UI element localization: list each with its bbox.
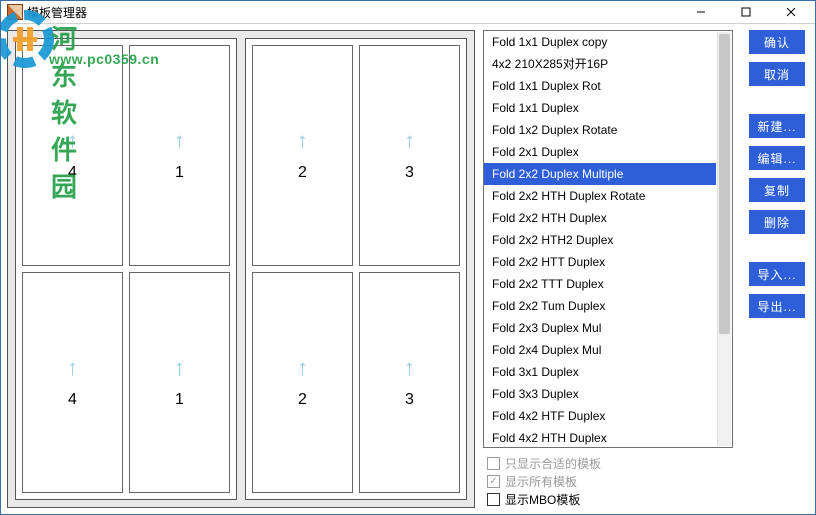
- button-panel: 确认 取消 新建... 编辑... 复制 删除 导入... 导出...: [735, 24, 815, 514]
- template-list-item[interactable]: Fold 2x2 HTH2 Duplex: [484, 229, 716, 251]
- ok-button[interactable]: 确认: [749, 30, 805, 54]
- page-cell: ↑ 4: [22, 272, 123, 493]
- template-list-item[interactable]: Fold 4x2 HTH Duplex: [484, 427, 716, 447]
- arrow-up-icon: ↑: [67, 357, 78, 379]
- template-list-item[interactable]: Fold 2x3 Duplex Mul: [484, 317, 716, 339]
- filter-checks: 只显示合适的模板 ✓ 显示所有模板 显示MBO模板: [483, 448, 733, 510]
- preview-pane: ↑ 4 ↑ 1 ↑ 4 ↑: [1, 24, 481, 514]
- template-list-item[interactable]: Fold 2x2 HTT Duplex: [484, 251, 716, 273]
- page-number: 2: [298, 391, 307, 409]
- page-cell: ↑ 1: [129, 45, 230, 266]
- template-list-item[interactable]: Fold 2x1 Duplex: [484, 141, 716, 163]
- checkbox-icon: [487, 457, 500, 470]
- template-list-item[interactable]: Fold 2x2 HTH Duplex: [484, 207, 716, 229]
- check-label: 显示所有模板: [505, 473, 577, 490]
- checkbox-icon[interactable]: [487, 493, 500, 506]
- check-show-mbo[interactable]: 显示MBO模板: [487, 490, 729, 508]
- template-list-item[interactable]: Fold 4x2 HTF Duplex: [484, 405, 716, 427]
- check-show-all: ✓ 显示所有模板: [487, 472, 729, 490]
- template-list-item[interactable]: Fold 1x1 Duplex copy: [484, 31, 716, 53]
- app-icon: [7, 4, 23, 20]
- maximize-button[interactable]: [723, 1, 768, 23]
- imposition-preview: ↑ 4 ↑ 1 ↑ 4 ↑: [7, 30, 475, 508]
- page-number: 2: [298, 164, 307, 182]
- window-title: 模板管理器: [27, 4, 87, 21]
- spread-front: ↑ 4 ↑ 1 ↑ 4 ↑: [15, 38, 237, 500]
- arrow-up-icon: ↑: [297, 130, 308, 152]
- arrow-up-icon: ↑: [67, 130, 78, 152]
- minimize-button[interactable]: [678, 1, 723, 23]
- template-list-item[interactable]: Fold 1x1 Duplex: [484, 97, 716, 119]
- arrow-up-icon: ↑: [404, 130, 415, 152]
- copy-button[interactable]: 复制: [749, 178, 805, 202]
- page-cell: ↑ 2: [252, 272, 353, 493]
- window: 河东软件园 www.pc0359.cn 模板管理器: [0, 0, 816, 515]
- close-button[interactable]: [768, 1, 813, 23]
- template-list-item[interactable]: Fold 2x2 Duplex Multiple: [484, 163, 716, 185]
- arrow-up-icon: ↑: [404, 357, 415, 379]
- titlebar: 模板管理器: [1, 1, 815, 24]
- page-number: 1: [175, 164, 184, 182]
- template-list-item[interactable]: Fold 3x3 Duplex: [484, 383, 716, 405]
- template-list-item[interactable]: Fold 2x4 Duplex Mul: [484, 339, 716, 361]
- template-list-item[interactable]: Fold 2x2 Tum Duplex: [484, 295, 716, 317]
- page-number: 4: [68, 164, 77, 182]
- template-list-item[interactable]: Fold 1x2 Duplex Rotate: [484, 119, 716, 141]
- page-number: 1: [175, 391, 184, 409]
- export-button[interactable]: 导出...: [749, 294, 805, 318]
- page-cell: ↑ 3: [359, 272, 460, 493]
- edit-button[interactable]: 编辑...: [749, 146, 805, 170]
- page-cell: ↑ 1: [129, 272, 230, 493]
- scrollbar-thumb[interactable]: [719, 34, 730, 334]
- template-list-item[interactable]: 4x2 210X285对开16P: [484, 53, 716, 75]
- template-listbox[interactable]: Fold 1x1 Duplex copy4x2 210X285对开16PFold…: [483, 30, 733, 448]
- template-list-pane: Fold 1x1 Duplex copy4x2 210X285对开16PFold…: [481, 24, 735, 514]
- page-cell: ↑ 4: [22, 45, 123, 266]
- page-number: 4: [68, 391, 77, 409]
- page-cell: ↑ 2: [252, 45, 353, 266]
- arrow-up-icon: ↑: [174, 357, 185, 379]
- page-cell: ↑ 3: [359, 45, 460, 266]
- check-label: 显示MBO模板: [505, 491, 580, 508]
- arrow-up-icon: ↑: [297, 357, 308, 379]
- template-list-item[interactable]: Fold 2x2 TTT Duplex: [484, 273, 716, 295]
- check-label: 只显示合适的模板: [505, 455, 601, 472]
- template-list-item[interactable]: Fold 3x1 Duplex: [484, 361, 716, 383]
- template-list-item[interactable]: Fold 2x2 HTH Duplex Rotate: [484, 185, 716, 207]
- scrollbar[interactable]: [717, 32, 731, 446]
- check-only-fit: 只显示合适的模板: [487, 454, 729, 472]
- arrow-up-icon: ↑: [174, 130, 185, 152]
- delete-button[interactable]: 删除: [749, 210, 805, 234]
- import-button[interactable]: 导入...: [749, 262, 805, 286]
- cancel-button[interactable]: 取消: [749, 62, 805, 86]
- spread-back: ↑ 2 ↑ 3 ↑ 2 ↑: [245, 38, 467, 500]
- checkbox-icon: ✓: [487, 475, 500, 488]
- page-number: 3: [405, 164, 414, 182]
- template-list-item[interactable]: Fold 1x1 Duplex Rot: [484, 75, 716, 97]
- page-number: 3: [405, 391, 414, 409]
- new-button[interactable]: 新建...: [749, 114, 805, 138]
